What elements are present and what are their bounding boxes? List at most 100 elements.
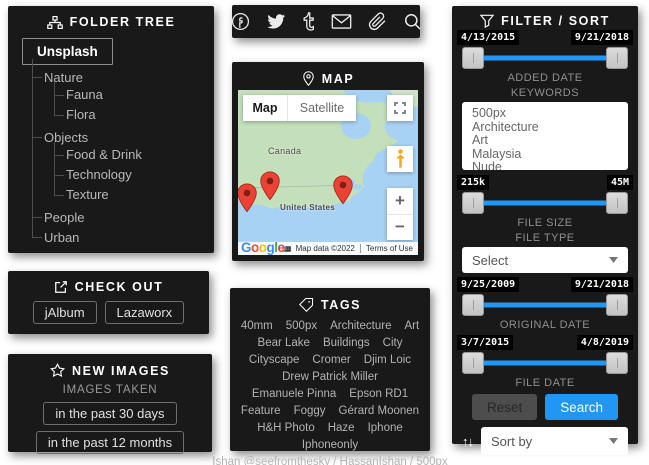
sort-by-select[interactable]: Sort by (481, 427, 628, 455)
tag-item[interactable]: Gérard Moonen (339, 406, 420, 417)
original-date-slider-handle-left[interactable] (462, 294, 484, 316)
folder-label[interactable]: Technology (66, 167, 132, 182)
folder-tree-title: FOLDER TREE (8, 6, 214, 29)
fullscreen-icon (394, 102, 406, 114)
file-date-slider (462, 352, 628, 374)
tag-item[interactable]: Bear Lake (258, 338, 310, 349)
folder-item-urban[interactable]: Urban (32, 227, 214, 247)
folder-item-texture[interactable]: Texture (54, 185, 214, 205)
past-12-months-button[interactable]: in the past 12 months (36, 431, 184, 454)
tumblr-icon[interactable] (302, 12, 315, 31)
file-size-max: 45M (607, 175, 633, 190)
slider-track (471, 361, 619, 366)
file-size-slider-handle-right[interactable] (606, 192, 628, 214)
twitter-icon[interactable] (266, 12, 286, 31)
file-date-slider-handle-right[interactable] (606, 352, 628, 374)
folder-item-technology[interactable]: Technology (54, 165, 214, 185)
folder-label[interactable]: Texture (66, 187, 109, 202)
jalbum-button[interactable]: jAlbum (33, 301, 97, 324)
file-type-label: FILE TYPE (462, 232, 628, 244)
map-marker[interactable] (259, 171, 281, 201)
page: FOLDER TREE Unsplash Nature Fauna Flora … (0, 0, 649, 465)
folder-label[interactable]: Flora (66, 107, 96, 122)
tag-item[interactable]: Emanuele Pinna (252, 389, 336, 400)
past-30-days-button[interactable]: in the past 30 days (43, 402, 176, 425)
google-logo[interactable]: Google (241, 240, 285, 255)
folder-item-flora[interactable]: Flora (54, 105, 214, 125)
tag-item[interactable]: Cromer (312, 355, 350, 366)
file-date-slider-handle-left[interactable] (462, 352, 484, 374)
tag-item[interactable]: Epson RD1 (349, 389, 408, 400)
keyword-option[interactable]: Art (472, 134, 618, 148)
map-view-button[interactable]: Map (243, 95, 288, 121)
fullscreen-button[interactable] (387, 95, 413, 121)
facebook-icon[interactable] (231, 12, 250, 31)
tag-item[interactable]: 40mm (241, 321, 273, 332)
link-icon[interactable] (368, 12, 387, 31)
file-type-select[interactable]: Select (462, 247, 628, 273)
keyword-option[interactable]: Nude (472, 161, 618, 170)
search-button[interactable]: Search (545, 394, 618, 420)
tag-item[interactable]: Iphone (368, 423, 403, 434)
tag-item[interactable]: Haze (328, 423, 355, 434)
lazaworx-button[interactable]: Lazaworx (105, 301, 185, 324)
folder-item-people[interactable]: People (32, 207, 214, 227)
tag-item[interactable]: H&H Photo (257, 423, 315, 434)
tag-item[interactable]: Iphoneonly (302, 440, 358, 451)
check-out-title-text: CHECK OUT (75, 280, 164, 294)
sort-arrows-icon: ↑↓ (462, 434, 473, 449)
added-date-start: 4/13/2015 (457, 30, 519, 45)
email-icon[interactable] (331, 13, 352, 30)
tag-item[interactable]: Art (404, 321, 419, 332)
keyword-option[interactable]: Malaysia (472, 148, 618, 162)
map-marker[interactable] (332, 175, 354, 205)
tag-item[interactable]: 500px (286, 321, 317, 332)
keywords-listbox[interactable]: 500px Architecture Art Malaysia Nude (462, 102, 628, 170)
folder-item-fauna[interactable]: Fauna (54, 85, 214, 105)
added-date-slider-handle-left[interactable] (462, 47, 484, 69)
tag-item[interactable]: Djim Loic (364, 355, 411, 366)
folder-item-nature[interactable]: Nature Fauna Flora (32, 67, 214, 127)
map-marker[interactable] (238, 183, 258, 213)
check-out-panel: CHECK OUT jAlbum Lazaworx (8, 271, 209, 334)
keyword-option[interactable]: 500px (472, 107, 618, 121)
tag-item[interactable]: City (383, 338, 403, 349)
images-taken-label: IMAGES TAKEN (8, 384, 212, 396)
search-icon[interactable] (403, 12, 422, 31)
check-out-title: CHECK OUT (8, 271, 209, 294)
funnel-icon (480, 14, 494, 28)
folder-item-food-drink[interactable]: Food & Drink (54, 145, 214, 165)
new-images-panel: NEW IMAGES IMAGES TAKEN in the past 30 d… (8, 354, 212, 452)
filter-title-text: FILTER / SORT (501, 14, 610, 28)
file-size-slider-handle-left[interactable] (462, 192, 484, 214)
tag-item[interactable]: Buildings (323, 338, 370, 349)
folder-label[interactable]: Objects (44, 130, 88, 145)
tag-item[interactable]: Feature (241, 406, 281, 417)
country-label-canada: Canada (268, 146, 301, 156)
satellite-view-button[interactable]: Satellite (288, 95, 356, 121)
zoom-in-button[interactable]: + (387, 188, 413, 215)
tag-item[interactable]: Cityscape (249, 355, 300, 366)
folder-label[interactable]: Urban (44, 230, 79, 245)
added-date-slider-handle-right[interactable] (606, 47, 628, 69)
tag-item[interactable]: Architecture (330, 321, 391, 332)
folder-tree-title-text: FOLDER TREE (70, 15, 176, 29)
terms-of-use-link[interactable]: Terms of Use (361, 244, 418, 253)
file-date-start: 3/7/2015 (457, 335, 513, 350)
map-canvas[interactable]: Canada United States Map Satellite (238, 90, 418, 255)
pegman-button[interactable] (387, 146, 413, 172)
folder-item-objects[interactable]: Objects Food & Drink Technology Texture (32, 127, 214, 207)
tag-item[interactable]: Foggy (294, 406, 326, 417)
map-type-control: Map Satellite (243, 95, 356, 121)
keyword-option[interactable]: Architecture (472, 121, 618, 135)
slider-track (471, 303, 619, 308)
zoom-out-button[interactable]: − (387, 215, 413, 241)
folder-label[interactable]: People (44, 210, 84, 225)
reset-button[interactable]: Reset (472, 394, 537, 420)
slider-track (471, 56, 619, 61)
folder-label[interactable]: Fauna (66, 87, 103, 102)
tag-item[interactable]: Drew Patrick Miller (282, 372, 378, 383)
tag-item[interactable]: Ishan @seefromthesky / HassanIshan / 500… (212, 457, 447, 465)
folder-label[interactable]: Food & Drink (66, 147, 142, 162)
original-date-slider-handle-right[interactable] (606, 294, 628, 316)
